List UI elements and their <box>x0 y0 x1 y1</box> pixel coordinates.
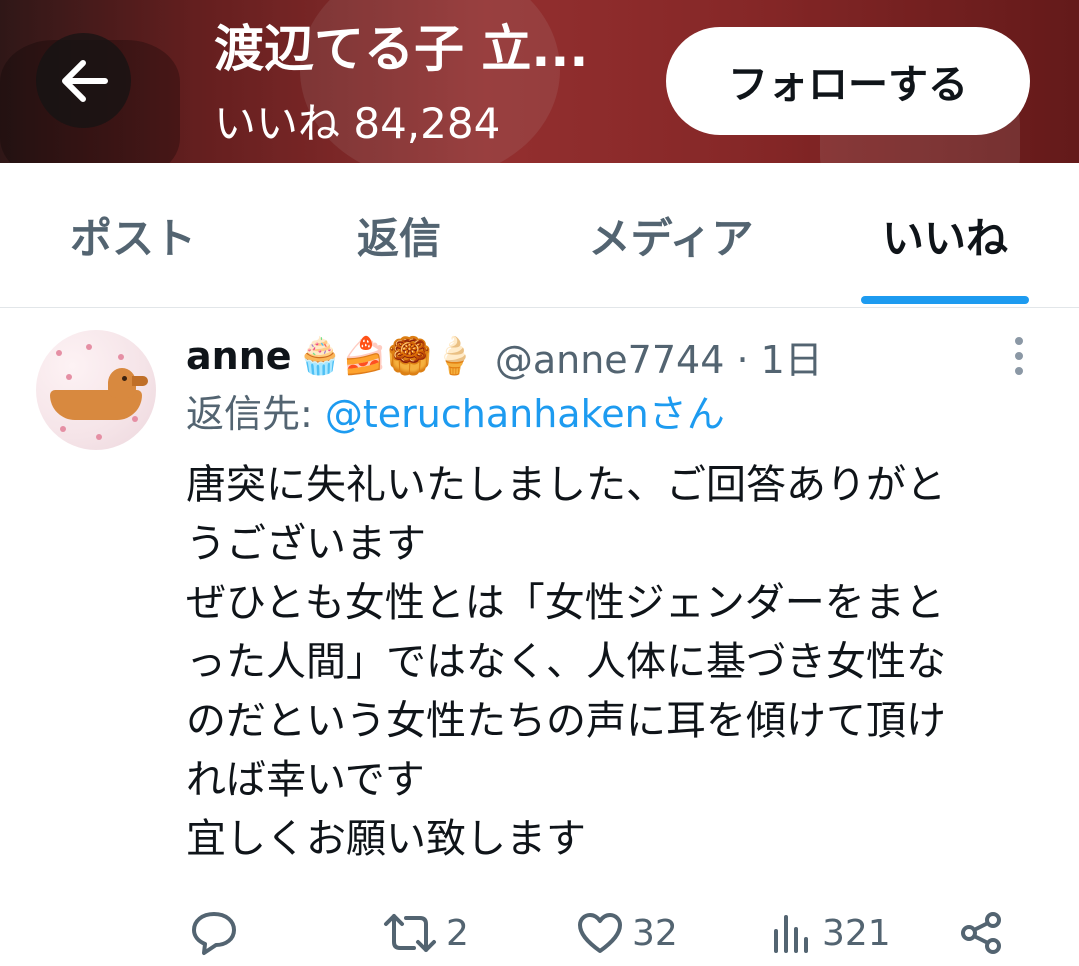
arrow-left-icon <box>61 59 108 102</box>
like-button[interactable]: 32 <box>576 900 678 966</box>
tab-likes[interactable]: いいね <box>810 163 1079 308</box>
avatar-pattern-dot <box>60 426 66 432</box>
username-emoji: 🧁🍰🥮🍦 <box>297 336 477 377</box>
avatar-pattern-dot <box>56 350 62 356</box>
repost-count: 2 <box>446 912 469 954</box>
avatar-pattern-dot <box>86 344 92 350</box>
more-options-icon[interactable] <box>1004 336 1034 376</box>
profile-header: 渡辺てる子 立... いいね 84,284 フォローする <box>0 0 1079 163</box>
tab-posts[interactable]: ポスト <box>0 163 266 308</box>
heart-icon <box>578 913 622 953</box>
avatar-duck-beak <box>132 376 148 386</box>
avatar-pattern-dot <box>66 374 72 380</box>
post-text-line: うございます <box>186 521 426 567</box>
like-count: 32 <box>632 912 678 954</box>
avatar-pattern-dot <box>118 354 124 360</box>
views-chart-icon <box>774 915 808 953</box>
follow-button[interactable]: フォローする <box>666 27 1030 135</box>
share-icon <box>961 912 1001 954</box>
views-button[interactable]: 321 <box>770 900 891 966</box>
active-tab-indicator <box>861 296 1029 304</box>
post-text-line: れば幸いです <box>186 757 425 803</box>
post-username[interactable]: anne <box>186 334 292 378</box>
avatar[interactable] <box>36 330 156 450</box>
post-text-line: った人間」ではなく、人体に基づき女性な <box>186 639 946 685</box>
reply-to-line: 返信先: @teruchanhakenさん <box>186 388 725 440</box>
profile-tabs: ポスト 返信 メディア いいね <box>0 163 1079 308</box>
views-count: 321 <box>822 912 891 954</box>
avatar-duck-eye <box>122 376 127 381</box>
profile-name: 渡辺てる子 立... <box>214 20 589 78</box>
reply-button[interactable] <box>190 900 246 966</box>
reply-icon <box>192 912 236 955</box>
share-button[interactable] <box>958 900 1004 966</box>
post-text-line: 宜しくお願い致します <box>186 816 586 862</box>
back-button[interactable] <box>36 33 131 128</box>
repost-button[interactable]: 2 <box>382 900 469 966</box>
post-header: anne 🧁🍰🥮🍦 @anne7744 · 1日 <box>186 328 823 384</box>
post-text-line: のだという女性たちの声に耳を傾けて頂け <box>186 698 946 744</box>
tab-replies[interactable]: 返信 <box>266 163 532 308</box>
reply-to-mention[interactable]: @teruchanhakenさん <box>325 392 725 436</box>
likes-count: いいね 84,284 <box>214 99 501 148</box>
reply-to-label: 返信先: <box>186 392 325 436</box>
post-text-line: 唐突に失礼いたしました、ご回答ありがと <box>186 462 946 508</box>
post-text-line: ぜひとも女性とは「女性ジェンダーをまと <box>186 580 945 626</box>
avatar-pattern-dot <box>96 434 102 440</box>
repost-icon <box>384 914 436 952</box>
avatar-pattern-dot <box>132 416 138 422</box>
tab-media[interactable]: メディア <box>536 163 806 308</box>
post-handle-time[interactable]: @anne7744 · 1日 <box>495 329 823 384</box>
post-actions: 2 32 321 <box>186 900 1016 966</box>
post-text: 唐突に失礼いたしました、ご回答ありがと うございます ぜひとも女性とは「女性ジェ… <box>186 456 1046 869</box>
